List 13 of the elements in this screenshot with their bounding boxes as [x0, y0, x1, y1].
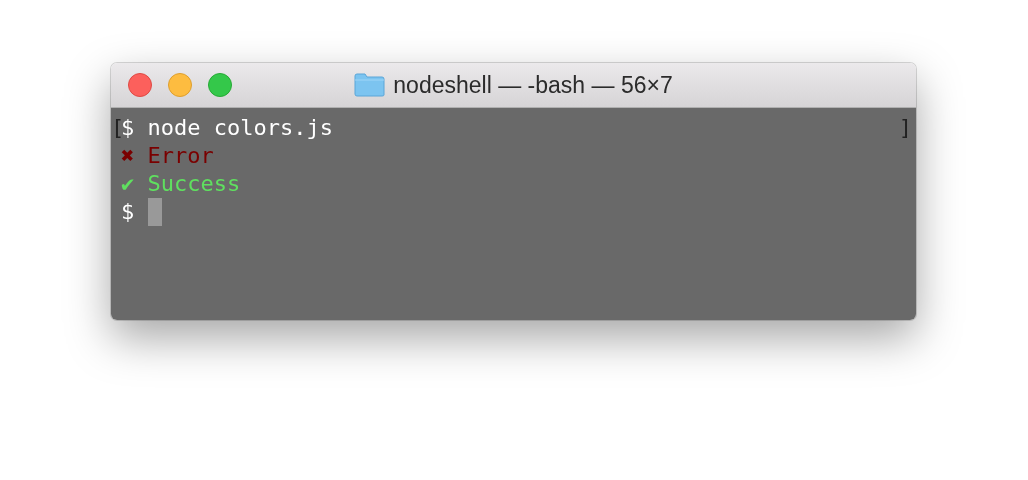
- line-mark: ]: [898, 114, 912, 142]
- status-symbol: ✖: [121, 142, 135, 170]
- minimize-button[interactable]: [168, 73, 192, 97]
- command-text: node colors.js: [147, 114, 333, 142]
- folder-icon: [354, 73, 386, 97]
- prompt: $: [121, 198, 135, 226]
- window-title: nodeshell — -bash — 56×7: [393, 71, 673, 99]
- output-text: Error: [147, 142, 214, 170]
- prompt: $: [121, 114, 135, 142]
- status-symbol: ✔: [121, 170, 135, 198]
- close-button[interactable]: [128, 73, 152, 97]
- zoom-button[interactable]: [208, 73, 232, 97]
- output-text: Success: [147, 170, 241, 198]
